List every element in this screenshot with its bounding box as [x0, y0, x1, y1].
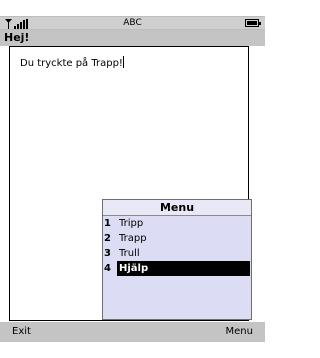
menu-item-label: Trull [119, 248, 140, 259]
menu-item-label: Tripp [119, 218, 144, 229]
menu-item-number: 1 [104, 218, 111, 229]
menu-item-trull[interactable]: 3 Trull [103, 246, 251, 261]
menu-item-trapp[interactable]: 2 Trapp [103, 231, 251, 246]
menu-item-number: 4 [104, 263, 111, 274]
menu-softkey[interactable]: Menu [226, 322, 253, 342]
content-text: Du tryckte på Trapp! [20, 58, 123, 69]
carrier-name: ABC [123, 18, 142, 28]
menu-item-hjalp[interactable]: 4 Hjälp [103, 261, 251, 276]
status-bar: ABC [0, 16, 265, 30]
softkey-bar: Exit Menu [0, 322, 265, 342]
phone-screen: ABC Hej! Du tryckte på Trapp! Menu 1 Tri… [0, 0, 265, 358]
title-bar: Hej! [0, 30, 265, 46]
exit-softkey[interactable]: Exit [12, 322, 31, 342]
battery-icon [245, 19, 261, 27]
popup-menu: Menu 1 Tripp 2 Trapp 3 Trull 4 Hjälp [102, 199, 252, 320]
screen-title: Hej! [4, 31, 30, 44]
text-cursor [122, 56, 124, 68]
menu-item-number: 2 [104, 233, 111, 244]
menu-item-label: Trapp [119, 233, 147, 244]
menu-item-number: 3 [104, 248, 111, 259]
menu-item-label: Hjälp [117, 261, 250, 276]
menu-item-tripp[interactable]: 1 Tripp [103, 216, 251, 231]
content-text-line: Du tryckte på Trapp! [20, 56, 124, 71]
menu-title: Menu [103, 200, 251, 216]
